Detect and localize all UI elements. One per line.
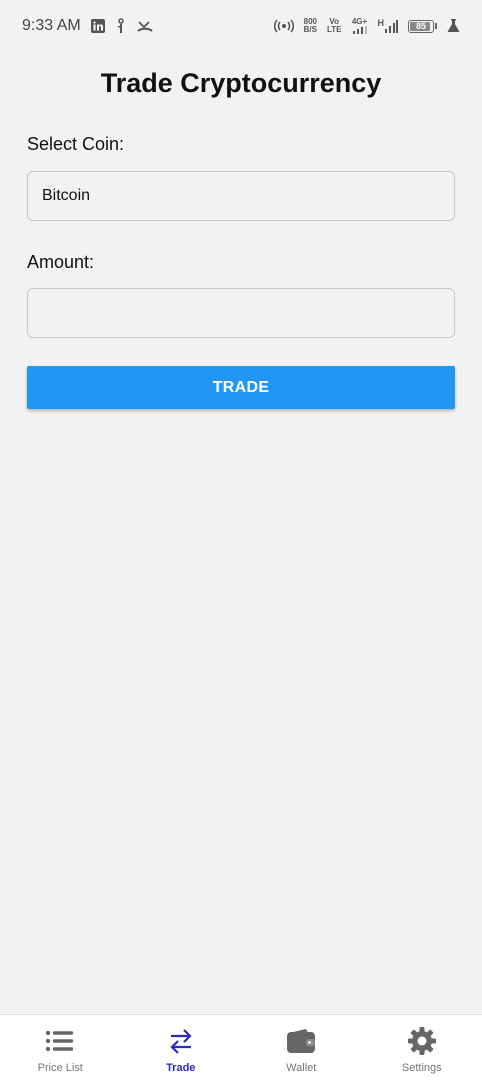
signal-h-indicator: H bbox=[378, 19, 398, 33]
missed-call-icon bbox=[136, 19, 153, 33]
wallet-icon bbox=[286, 1026, 316, 1056]
network-type: 4G+ bbox=[351, 17, 368, 26]
coin-input[interactable] bbox=[27, 171, 455, 221]
hotspot-icon bbox=[273, 19, 294, 33]
trade-button[interactable]: TRADE bbox=[27, 366, 455, 409]
nav-item-price-list[interactable]: Price List bbox=[0, 1015, 121, 1080]
nav-label-wallet: Wallet bbox=[286, 1062, 317, 1074]
status-right: 800 B/S Vo LTE 4G+ H 85 bbox=[273, 18, 460, 34]
status-time: 9:33 AM bbox=[22, 17, 81, 34]
select-coin-label: Select Coin: bbox=[27, 134, 125, 154]
screen: 9:33 AM 800 B/S Vo LTE 4G+ H 85 Trade Cr… bbox=[0, 0, 482, 1080]
battery-icon: 85 bbox=[408, 19, 437, 33]
info-signal-icon bbox=[115, 18, 127, 34]
status-bar: 9:33 AM 800 B/S Vo LTE 4G+ H 85 bbox=[0, 0, 482, 52]
volte-bottom: LTE bbox=[326, 25, 342, 34]
linkedin-icon bbox=[90, 19, 105, 33]
network-4g-indicator: 4G+ bbox=[352, 18, 368, 34]
signal-bars-icon bbox=[352, 26, 367, 34]
nav-label-trade: Trade bbox=[166, 1062, 196, 1074]
gear-icon bbox=[407, 1026, 437, 1056]
nav-item-wallet[interactable]: Wallet bbox=[241, 1015, 362, 1080]
page-title: Trade Cryptocurrency bbox=[100, 68, 382, 98]
flask-icon bbox=[447, 19, 460, 33]
bottom-nav: Price List Trade Wallet Settings bbox=[0, 1014, 482, 1080]
amount-label: Amount: bbox=[27, 252, 95, 272]
nav-item-settings[interactable]: Settings bbox=[362, 1015, 482, 1080]
battery-level: 85 bbox=[415, 21, 426, 31]
nav-label-settings: Settings bbox=[401, 1062, 442, 1074]
list-icon bbox=[45, 1026, 75, 1056]
data-speed-indicator: 800 B/S bbox=[304, 18, 317, 34]
data-speed-unit: B/S bbox=[303, 25, 317, 34]
amount-input[interactable] bbox=[27, 288, 455, 338]
swap-arrows-icon bbox=[166, 1026, 196, 1056]
nav-label-price-list: Price List bbox=[37, 1062, 83, 1074]
nav-item-trade[interactable]: Trade bbox=[121, 1015, 242, 1080]
signal-bars-2-icon bbox=[385, 20, 398, 33]
status-left: 9:33 AM bbox=[22, 17, 153, 35]
volte-indicator: Vo LTE bbox=[327, 18, 342, 34]
